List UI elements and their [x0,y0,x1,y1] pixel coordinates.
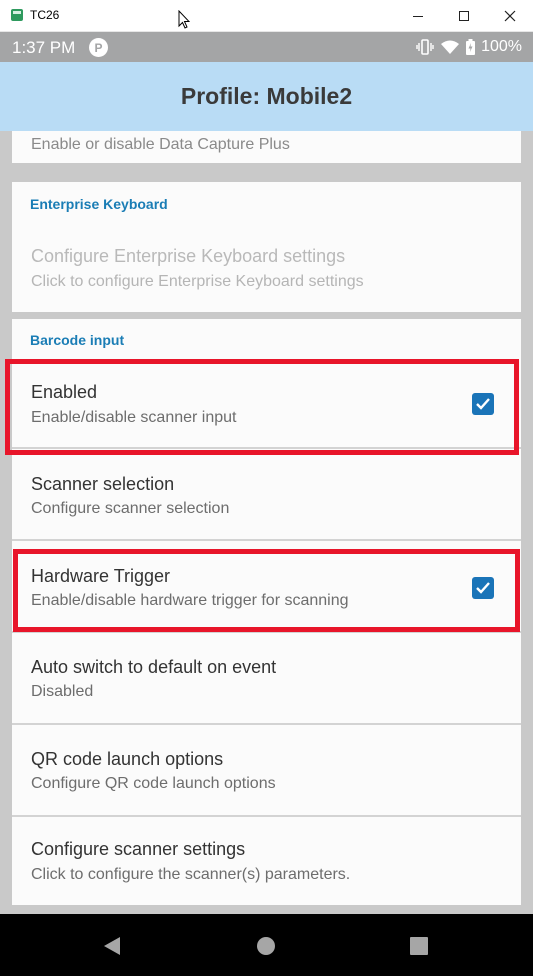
row-title: Enabled [31,382,98,402]
row-subtitle: Disabled [31,683,94,700]
row-title: Hardware Trigger [31,566,171,586]
row-title: Configure scanner settings [31,839,246,859]
row-subtitle: Enable/disable scanner input [31,409,237,426]
data-capture-plus-row[interactable]: Enable or disable Data Capture Plus [12,131,521,163]
checkmark-icon [476,398,490,410]
back-button[interactable] [101,935,123,957]
settings-list[interactable]: Enable or disable Data Capture Plus Ente… [0,131,533,914]
maximize-icon [459,11,469,21]
row-title: Scanner selection [31,474,175,494]
wifi-icon [441,40,460,54]
mouse-cursor-icon [178,10,190,29]
page-title: Profile: Mobile2 [180,83,353,109]
row-subtitle: Configure scanner selection [31,500,230,517]
section-header-enterprise-keyboard: Enterprise Keyboard [30,196,168,212]
hardware-trigger-row[interactable]: Hardware Trigger Enable/disable hardware… [12,541,521,631]
status-bar: 1:37 PM P 100% [0,32,533,62]
data-capture-plus-card: Enable or disable Data Capture Plus [12,131,521,163]
home-icon [257,937,275,955]
configure-scanner-settings-row[interactable]: Configure scanner settings Click to conf… [12,817,521,905]
close-button[interactable] [487,0,533,32]
scanner-selection-row[interactable]: Scanner selection Configure scanner sele… [12,449,521,539]
tc26-app-icon [11,9,23,21]
close-icon [504,10,516,22]
configure-enterprise-keyboard-row: Configure Enterprise Keyboard settings C… [12,234,521,304]
checkmark-icon [476,582,490,594]
row-subtitle: Configure QR code launch options [31,775,276,792]
enabled-row[interactable]: Enabled Enable/disable scanner input [12,359,521,447]
window-title-bar: TC26 [0,0,533,32]
battery-level: 100% [481,38,522,55]
minimize-button[interactable] [395,0,441,32]
auto-switch-row[interactable]: Auto switch to default on event Disabled [12,633,521,723]
enabled-checkbox[interactable] [472,393,494,415]
row-subtitle: Enable/disable hardware trigger for scan… [31,592,349,609]
status-time: 1:37 PM [12,38,76,57]
battery-charging-icon [466,39,476,55]
navigation-bar [0,914,533,976]
row-title: Auto switch to default on event [31,657,277,677]
row-title: QR code launch options [31,749,224,769]
app-notification-icon: P [89,38,108,57]
row-subtitle: Click to configure Enterprise Keyboard s… [31,273,364,290]
row-title: Configure Enterprise Keyboard settings [31,246,346,266]
back-icon [104,937,120,955]
section-header-barcode-input: Barcode input [30,332,125,348]
barcode-input-card: Barcode input Enabled Enable/disable sca… [12,319,521,905]
status-icons: 100% [416,38,522,56]
row-subtitle: Click to configure the scanner(s) parame… [31,866,351,883]
hardware-trigger-checkbox[interactable] [472,577,494,599]
app-bar: Profile: Mobile2 [0,62,533,131]
maximize-button[interactable] [441,0,487,32]
home-button[interactable] [255,935,277,957]
enterprise-keyboard-card: Enterprise Keyboard Configure Enterprise… [12,182,521,312]
row-subtitle: Enable or disable Data Capture Plus [31,136,290,153]
minimize-icon [413,15,423,17]
window-title: TC26 [30,8,60,22]
recents-button[interactable] [408,935,430,957]
recents-icon [410,937,428,955]
qr-code-launch-options-row[interactable]: QR code launch options Configure QR code… [12,725,521,815]
vibrate-icon [416,39,434,55]
